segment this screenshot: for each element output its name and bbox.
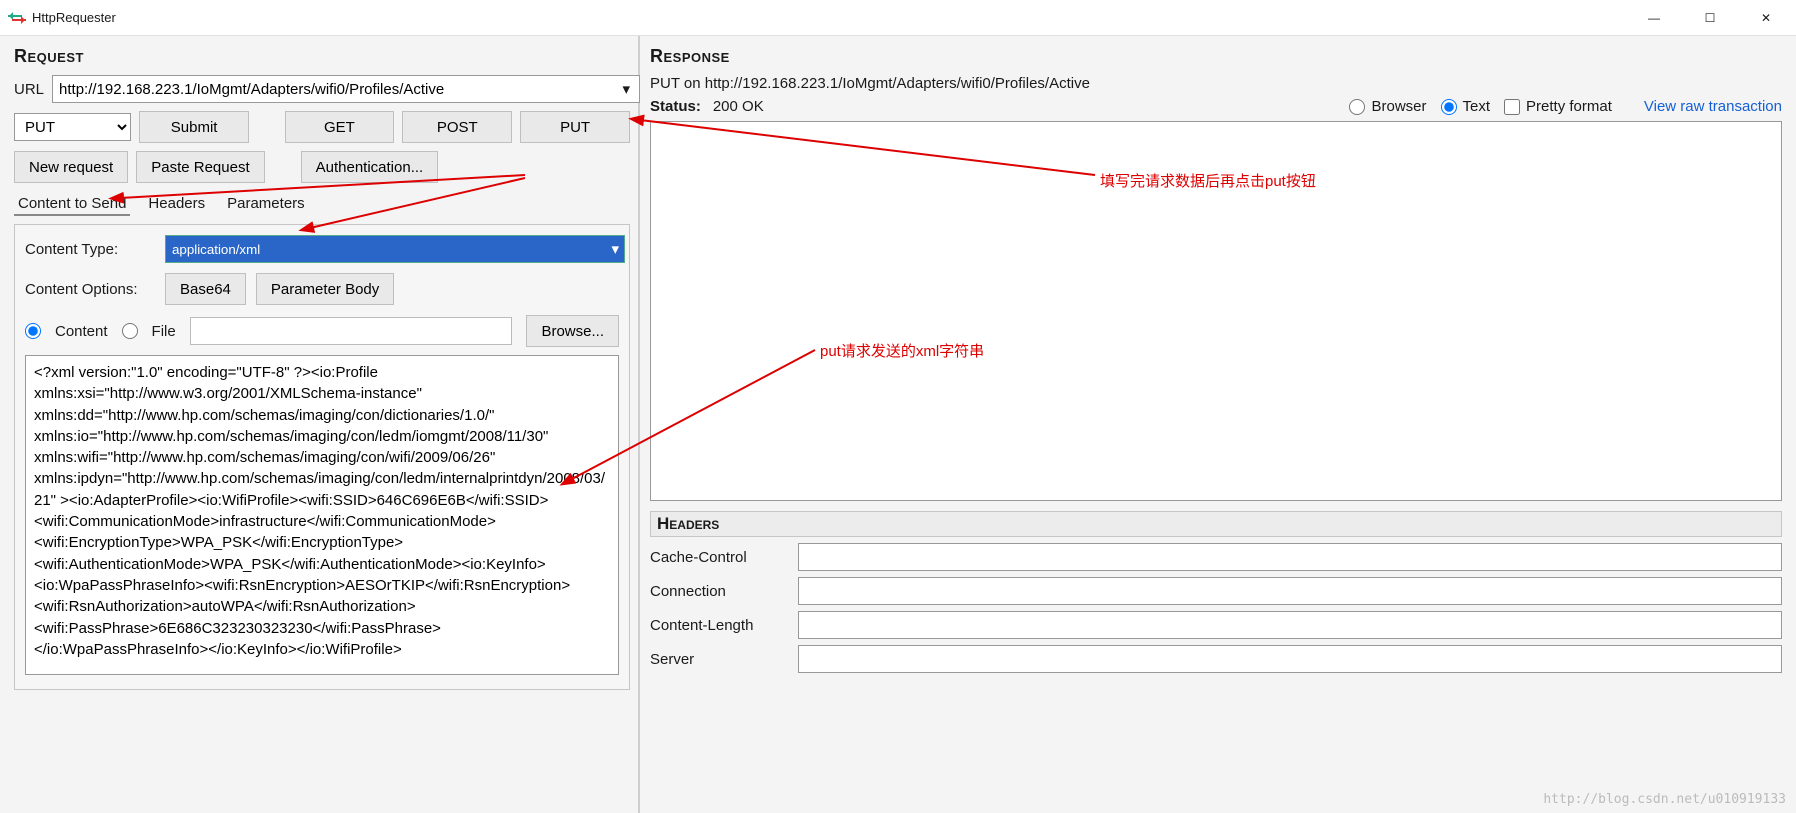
browser-radio[interactable] bbox=[1349, 99, 1365, 115]
parameter-body-button[interactable]: Parameter Body bbox=[256, 273, 394, 305]
response-body-area[interactable] bbox=[650, 121, 1782, 501]
response-panel: Response PUT on http://192.168.223.1/IoM… bbox=[640, 36, 1796, 813]
app-icon bbox=[8, 9, 26, 27]
window-title: HttpRequester bbox=[32, 10, 116, 25]
file-path-input[interactable] bbox=[190, 317, 513, 345]
response-section-title: Response bbox=[650, 46, 1782, 67]
window-controls: — ☐ ✕ bbox=[1640, 11, 1788, 25]
text-radio[interactable] bbox=[1441, 99, 1457, 115]
header-value-input[interactable] bbox=[798, 577, 1782, 605]
content-radio-label: Content bbox=[55, 323, 108, 340]
authentication-button[interactable]: Authentication... bbox=[301, 151, 439, 183]
method-select[interactable]: PUT bbox=[14, 113, 131, 141]
url-label: URL bbox=[14, 81, 44, 98]
header-value-input[interactable] bbox=[798, 543, 1782, 571]
pretty-format-label: Pretty format bbox=[1526, 98, 1612, 115]
paste-request-button[interactable]: Paste Request bbox=[136, 151, 264, 183]
header-value-input[interactable] bbox=[798, 645, 1782, 673]
tab-content-to-send[interactable]: Content to Send bbox=[14, 193, 130, 216]
pretty-format-checkbox[interactable] bbox=[1504, 99, 1520, 115]
header-row: Content-Length bbox=[650, 611, 1782, 639]
base64-button[interactable]: Base64 bbox=[165, 273, 246, 305]
header-name: Cache-Control bbox=[650, 549, 790, 566]
content-type-input[interactable] bbox=[165, 235, 625, 263]
content-to-send-panel: Content Type: ▾ Content Options: Base64 … bbox=[14, 224, 630, 690]
status-label: Status: bbox=[650, 98, 701, 115]
minimize-icon[interactable]: — bbox=[1640, 11, 1668, 25]
content-radio[interactable] bbox=[25, 323, 41, 339]
header-row: Server bbox=[650, 645, 1782, 673]
response-headers-title: Headers bbox=[650, 511, 1782, 537]
browse-button[interactable]: Browse... bbox=[526, 315, 619, 347]
request-section-title: Request bbox=[14, 46, 630, 67]
file-radio[interactable] bbox=[122, 323, 138, 339]
view-raw-link[interactable]: View raw transaction bbox=[1644, 98, 1782, 115]
get-button[interactable]: GET bbox=[285, 111, 395, 143]
put-button[interactable]: PUT bbox=[520, 111, 630, 143]
close-icon[interactable]: ✕ bbox=[1752, 11, 1780, 25]
tab-parameters[interactable]: Parameters bbox=[223, 193, 309, 216]
maximize-icon[interactable]: ☐ bbox=[1696, 11, 1724, 25]
watermark: http://blog.csdn.net/u010919133 bbox=[1543, 792, 1786, 807]
content-type-label: Content Type: bbox=[25, 241, 155, 258]
response-info-line: PUT on http://192.168.223.1/IoMgmt/Adapt… bbox=[650, 75, 1782, 92]
header-value-input[interactable] bbox=[798, 611, 1782, 639]
status-value: 200 OK bbox=[713, 98, 764, 115]
request-tabs: Content to Send Headers Parameters bbox=[14, 193, 630, 216]
header-name: Content-Length bbox=[650, 617, 790, 634]
tab-headers[interactable]: Headers bbox=[144, 193, 209, 216]
browser-radio-label: Browser bbox=[1371, 98, 1426, 115]
content-type-dropdown-icon[interactable]: ▾ bbox=[611, 240, 619, 258]
new-request-button[interactable]: New request bbox=[14, 151, 128, 183]
header-name: Server bbox=[650, 651, 790, 668]
url-dropdown-icon[interactable]: ▾ bbox=[622, 80, 630, 98]
text-radio-label: Text bbox=[1463, 98, 1491, 115]
header-name: Connection bbox=[650, 583, 790, 600]
file-radio-label: File bbox=[152, 323, 176, 340]
header-row: Connection bbox=[650, 577, 1782, 605]
url-input[interactable] bbox=[52, 75, 640, 103]
request-body-textarea[interactable]: <?xml version:"1.0" encoding="UTF-8" ?><… bbox=[25, 355, 619, 675]
titlebar: HttpRequester — ☐ ✕ bbox=[0, 0, 1796, 36]
header-row: Cache-Control bbox=[650, 543, 1782, 571]
submit-button[interactable]: Submit bbox=[139, 111, 249, 143]
post-button[interactable]: POST bbox=[402, 111, 512, 143]
request-panel: Request URL ▾ PUT Submit GET POST PUT Ne… bbox=[0, 36, 640, 813]
content-options-label: Content Options: bbox=[25, 281, 155, 298]
